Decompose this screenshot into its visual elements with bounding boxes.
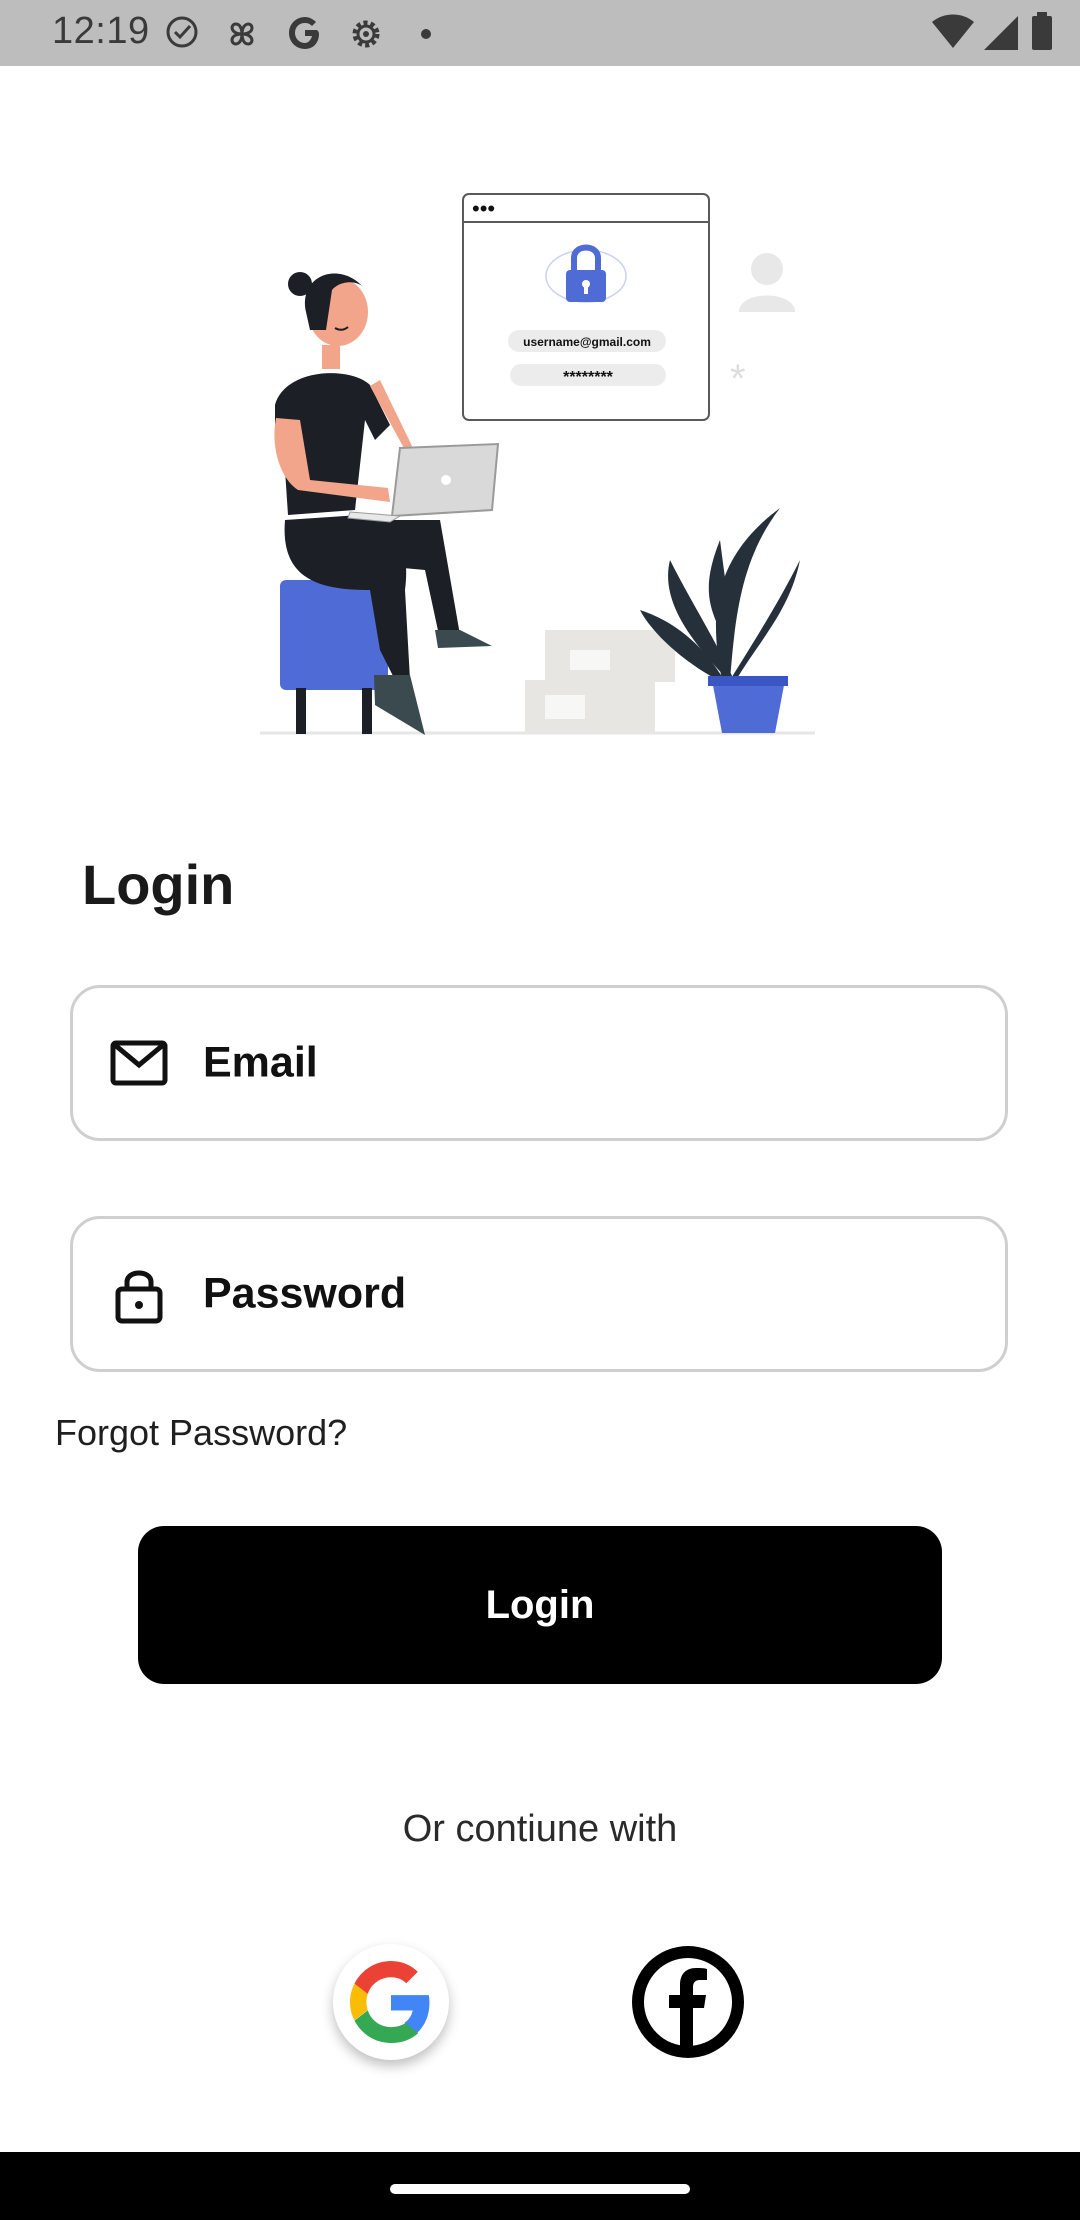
stool [280,580,388,734]
email-field[interactable]: Email [70,985,1008,1141]
status-icons-right [930,12,1080,54]
user-avatar-icon [739,253,795,312]
potted-plant [640,508,800,733]
asterisk-icon: * [730,357,746,401]
login-illustration: ••• username@gmail.com ******** * [260,193,815,735]
login-button[interactable]: Login [138,1526,942,1684]
cellular-signal-icon [984,16,1018,50]
wifi-icon [932,14,974,48]
password-field[interactable]: Password [70,1216,1008,1372]
dot-icon [421,29,431,39]
status-bar: 12:19 [0,0,1080,66]
lock-icon [115,1270,163,1324]
facebook-login-button[interactable] [630,1944,746,2060]
check-circle-icon [166,16,198,48]
navigation-bar [0,2152,1080,2220]
google-login-button[interactable] [333,1944,449,2060]
page-title: Login [82,853,235,916]
password-label: Password [203,1269,407,1318]
pinwheel-icon [230,22,254,46]
browser-window: ••• username@gmail.com ******** [462,193,710,421]
mail-icon [110,1040,168,1086]
email-label: Email [203,1038,318,1087]
window-dots: ••• [472,196,495,221]
status-time: 12:19 [52,10,150,52]
forgot-password-link[interactable]: Forgot Password? [55,1412,347,1454]
storage-boxes [525,630,675,732]
hero-password-text: ******** [563,369,614,386]
hero-email-text: username@gmail.com [523,335,651,349]
home-gesture-handle[interactable] [390,2184,690,2194]
google-icon [350,1961,430,2043]
battery-icon [1032,12,1052,50]
or-continue-text: Or contiune with [402,1808,678,1850]
google-icon [289,17,319,49]
facebook-icon [632,1946,744,2058]
settings-gear-icon [352,20,380,48]
